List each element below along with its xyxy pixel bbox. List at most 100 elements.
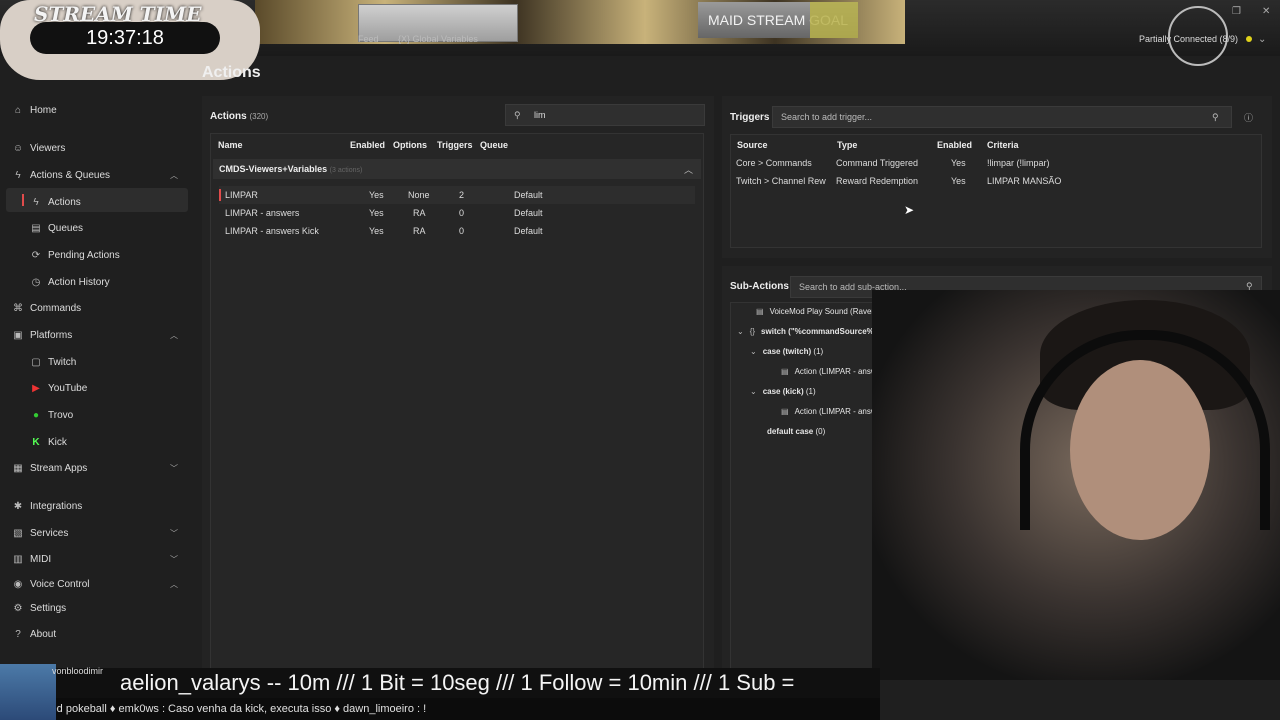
sidebar-item-platforms[interactable]: ▣ Platforms ︿ [12, 324, 192, 346]
global-variables-tab[interactable]: {X} Global Variables [398, 34, 478, 44]
actions-count: (320) [249, 112, 269, 121]
col-source[interactable]: Source [737, 140, 768, 150]
page-title: Actions [202, 64, 261, 81]
trovo-icon: ● [32, 409, 40, 421]
row-triggers: 2 [459, 190, 465, 200]
close-window-icon[interactable]: ✕ [1262, 6, 1270, 17]
sidebar-item-pending-actions[interactable]: ⟳ Pending Actions [30, 244, 190, 266]
table-row[interactable]: LIMPAR - answers Yes RA 0 Default [219, 204, 695, 222]
actions-search-input[interactable]: ⚲ lim [505, 104, 705, 126]
braces-icon: {} [749, 327, 756, 336]
sidebar-item-viewers[interactable]: ☺ Viewers [12, 137, 192, 159]
feed-tab[interactable]: Feed [358, 34, 379, 44]
actions-panel-title: Actions (320) [210, 111, 269, 122]
trigger-row[interactable]: Twitch > Channel Rew Reward Redemption Y… [736, 174, 1256, 190]
chevron-up-icon: ︿ [170, 579, 178, 589]
row-options: RA [413, 208, 426, 218]
sidebar-item-kick[interactable]: K Kick [30, 431, 190, 453]
chevron-down-icon: ﹀ [170, 463, 178, 473]
sidebar-item-twitch[interactable]: ▢ Twitch [30, 351, 190, 373]
connection-status[interactable]: Partially Connected (8/9) [1139, 34, 1238, 44]
col-type[interactable]: Type [837, 140, 857, 150]
chevron-down-icon: ﹀ [170, 554, 178, 564]
midi-icon: ▥ [13, 553, 23, 565]
chevron-up-icon[interactable]: ︿ [684, 163, 693, 176]
chevron-up-icon: ︿ [170, 170, 178, 180]
restore-window-icon[interactable]: ❐ [1232, 6, 1241, 17]
row-triggers: 0 [459, 208, 465, 218]
chevron-up-icon: ︿ [170, 330, 178, 340]
row-triggers: 0 [459, 226, 465, 236]
col-criteria[interactable]: Criteria [987, 140, 1019, 150]
search-icon[interactable]: ⚲ [1212, 112, 1219, 123]
col-name[interactable]: Name [218, 140, 243, 150]
row-name: LIMPAR [225, 190, 258, 200]
sidebar-item-stream-apps[interactable]: ▦ Stream Apps ﹀ [12, 457, 192, 479]
avatar [0, 664, 56, 720]
sidebar-item-about[interactable]: ? About [12, 623, 192, 645]
col-enabled[interactable]: Enabled [350, 140, 385, 150]
sidebar-item-youtube[interactable]: ▶ YouTube [30, 377, 190, 399]
stack-icon: ▤ [31, 222, 41, 234]
connection-status-dot-icon [1246, 36, 1252, 42]
action-icon: ▤ [781, 407, 789, 416]
integrations-icon: ✱ [13, 500, 23, 512]
table-row[interactable]: LIMPAR Yes None 2 Default [219, 186, 695, 204]
trigger-type: Reward Redemption [836, 176, 919, 186]
info-icon[interactable]: ⓘ [1244, 111, 1253, 124]
trigger-source: Core > Commands [736, 158, 812, 168]
trigger-criteria: !limpar (!limpar) [987, 158, 1050, 168]
sidebar-item-action-history[interactable]: ◷ Action History [30, 271, 190, 293]
subaction-case-twitch[interactable]: ⌄ case (twitch) (1) [750, 347, 823, 356]
sidebar-item-queues[interactable]: ▤ Queues [30, 217, 190, 239]
trigger-source: Twitch > Channel Rew [736, 176, 826, 186]
sidebar-item-commands[interactable]: ⌘ Commands [12, 297, 192, 319]
col-options[interactable]: Options [393, 140, 427, 150]
sidebar-item-voice-control[interactable]: ◉ Voice Control ︿ [12, 575, 192, 593]
voice-icon: ◉ [13, 578, 23, 590]
col-triggers[interactable]: Triggers [437, 140, 473, 150]
row-name: LIMPAR - answers [225, 208, 300, 218]
row-name: LIMPAR - answers Kick [225, 226, 319, 236]
row-queue: Default [514, 226, 543, 236]
sidebar-item-services[interactable]: ▧ Services ﹀ [12, 522, 192, 544]
services-icon: ▧ [13, 527, 23, 539]
row-queue: Default [514, 208, 543, 218]
stream-goal-progress [810, 2, 858, 38]
trigger-row[interactable]: Core > Commands Command Triggered Yes !l… [736, 156, 1256, 172]
sidebar-item-midi[interactable]: ▥ MIDI ﹀ [12, 548, 192, 570]
chevron-down-icon: ⌄ [737, 327, 744, 336]
subaction-switch[interactable]: ⌄{} switch ("%commandSource%") [737, 327, 880, 336]
row-options: RA [413, 226, 426, 236]
subaction-default-case[interactable]: default case (0) [767, 427, 825, 436]
row-enabled: Yes [369, 190, 384, 200]
triggers-table [730, 134, 1262, 248]
sidebar-item-settings[interactable]: ⚙ Settings [12, 597, 192, 619]
sidebar-item-actions-queues[interactable]: ϟ Actions & Queues ︿ [12, 164, 192, 186]
trigger-search-input[interactable]: Search to add trigger... [772, 106, 1232, 128]
row-queue: Default [514, 190, 543, 200]
mouse-cursor-icon: ➤ [904, 203, 915, 217]
sidebar-item-home[interactable]: ⌂ Home [12, 99, 192, 121]
history-icon: ◷ [31, 276, 41, 288]
twitch-icon: ▢ [31, 356, 41, 368]
chevron-down-icon: ﹀ [170, 528, 178, 538]
sidebar-item-trovo[interactable]: ● Trovo [30, 404, 190, 426]
bolt-icon: ϟ [15, 169, 21, 181]
platforms-icon: ▣ [13, 329, 23, 341]
subaction-case-kick[interactable]: ⌄ case (kick) (1) [750, 387, 816, 396]
sidebar-item-actions[interactable]: ϟ Actions [30, 191, 190, 213]
table-row[interactable]: LIMPAR - answers Kick Yes RA 0 Default [219, 222, 695, 240]
action-group-row[interactable]: CMDS-Viewers+Variables (3 actions) ︿ [213, 159, 701, 179]
chevron-down-icon: ⌄ [750, 347, 757, 356]
col-trigger-enabled[interactable]: Enabled [937, 140, 972, 150]
home-icon: ⌂ [14, 104, 22, 116]
bolt-icon: ϟ [33, 196, 39, 208]
avatar-name: vonbloodimir [52, 666, 104, 676]
col-queue[interactable]: Queue [480, 140, 508, 150]
subactions-panel-title: Sub-Actions [730, 281, 789, 292]
trigger-enabled: Yes [951, 176, 966, 186]
chevron-down-icon[interactable]: ⌄ [1258, 34, 1266, 45]
chat-strip: ... ¶poisoned pokeball ♦ emk0ws : Caso v… [0, 698, 880, 720]
sidebar-item-integrations[interactable]: ✱ Integrations [12, 495, 192, 517]
